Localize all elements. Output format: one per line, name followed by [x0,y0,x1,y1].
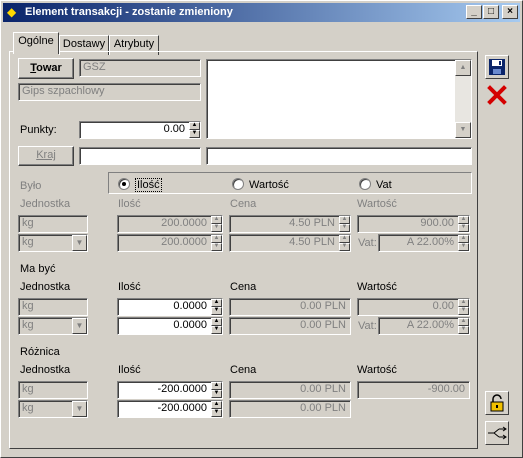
red-x-icon [487,85,507,105]
dropdown-arrow-icon: ▼ [72,318,87,334]
bylo-ilosc1-field[interactable]: 200.0000 ▲ ▼ [117,215,223,233]
extra-field[interactable] [206,147,472,165]
spin-up-icon: ▲ [189,122,200,130]
ma-byc-cena2-field[interactable]: 0.00 PLN [229,317,351,335]
ma-byc-header-cena: Cena [230,281,257,293]
punkty-input[interactable]: 0.00 ▲ ▼ [79,121,201,139]
bylo-header-jednostka: Jednostka [20,198,71,210]
towar-code-field[interactable]: GSZ [79,59,201,77]
scroll-down-arrow-icon[interactable]: ▼ [455,122,471,138]
ma-byc-jm1-field[interactable]: kg [18,298,88,316]
padlock-icon [490,394,504,412]
roznica-header-wartosc: Wartość [357,364,397,376]
bylo-radio-group [108,172,472,194]
ma-byc-label: Ma być [20,263,56,275]
save-button[interactable] [485,55,509,79]
radio-wartosc[interactable] [232,178,244,190]
split-arrow-icon [488,426,507,440]
dropdown-arrow-icon: ▼ [72,235,87,251]
dialog-window: ◆ Element transakcji - zostanie zmienion… [0,0,523,458]
ma-byc-header-wartosc: Wartość [357,281,397,293]
towar-button[interactable]: Towar [18,58,74,79]
bylo-header-cena: Cena [230,198,257,210]
description-scrollbar[interactable]: ▲ ▼ [455,60,471,138]
app-icon: ◆ [7,5,17,19]
bylo-label: Było [20,180,42,192]
roznica-jm1-field[interactable]: kg [18,381,88,399]
minimize-button[interactable]: _ [466,5,482,19]
roznica-jm2-combo[interactable]: kg ▼ [18,400,88,418]
towar-name-field[interactable]: Gips szpachlowy [18,83,201,101]
maximize-button[interactable]: □ [483,5,499,19]
roznica-label: Różnica [20,346,60,358]
radio-ilosc-label: Ilość [135,178,162,192]
ma-byc-header-ilosc: Ilość [118,281,141,293]
radio-ilosc[interactable] [118,178,130,190]
roznica-cena2-field[interactable]: 0.00 PLN [229,400,351,418]
bylo-vat-field[interactable]: A 22.00% ▲ ▼ [378,234,470,252]
description-textarea[interactable]: ▲ ▼ [206,59,472,139]
bylo-jm1-field[interactable]: kg [18,215,88,233]
bylo-header-ilosc: Ilość [118,198,141,210]
bylo-ilosc2-field[interactable]: 200.0000 ▲ ▼ [117,234,223,252]
cancel-button[interactable] [487,85,509,107]
punkty-spinner[interactable]: ▲ ▼ [189,122,200,138]
kraj-field[interactable] [79,147,201,165]
close-button[interactable]: × [502,5,518,19]
roznica-cena1-field[interactable]: 0.00 PLN [229,381,351,399]
tab-ogolne[interactable]: Ogólne [13,32,59,54]
bylo-jm2-combo[interactable]: kg ▼ [18,234,88,252]
ma-byc-wartosc-field[interactable]: 0.00 ▲ ▼ [357,298,470,316]
punkty-label: Punkty: [20,124,57,136]
ma-byc-ilosc2-input[interactable]: 0.0000 ▲ ▼ [117,317,223,335]
radio-vat-label: Vat [376,179,392,191]
roznica-header-cena: Cena [230,364,257,376]
radio-wartosc-label: Wartość [249,179,289,191]
roznica-header-jednostka: Jednostka [20,364,71,376]
ma-byc-vat-field[interactable]: A 22.00% ▲ ▼ [378,317,470,335]
bylo-header-wartosc: Wartość [357,198,397,210]
bylo-cena2-field[interactable]: 4.50 PLN ▲ ▼ [229,234,351,252]
bylo-vat-label: Vat: [358,237,377,249]
scroll-up-arrow-icon[interactable]: ▲ [455,60,471,76]
ma-byc-vat-label: Vat: [358,320,377,332]
unlock-button[interactable] [485,391,509,415]
kraj-button[interactable]: Kraj [18,146,74,166]
ma-byc-jm2-combo[interactable]: kg ▼ [18,317,88,335]
roznica-wartosc-field[interactable]: -900.00 [357,381,470,399]
floppy-disk-icon [489,59,505,75]
roznica-ilosc1-input[interactable]: -200.0000 ▲ ▼ [117,381,223,399]
ma-byc-header-jednostka: Jednostka [20,281,71,293]
roznica-ilosc2-input[interactable]: -200.0000 ▲ ▼ [117,400,223,418]
radio-vat[interactable] [359,178,371,190]
ma-byc-cena1-field[interactable]: 0.00 PLN [229,298,351,316]
window-title: Element transakcji - zostanie zmieniony [25,6,233,18]
ma-byc-ilosc1-input[interactable]: 0.0000 ▲ ▼ [117,298,223,316]
bylo-wartosc-field[interactable]: 900.00 ▲ ▼ [357,215,470,233]
split-button[interactable] [485,421,509,445]
spin-down-icon: ▼ [189,130,200,138]
dropdown-arrow-icon: ▼ [72,401,87,417]
bylo-cena1-field[interactable]: 4.50 PLN ▲ ▼ [229,215,351,233]
roznica-header-ilosc: Ilość [118,364,141,376]
title-bar[interactable]: ◆ Element transakcji - zostanie zmienion… [3,3,520,22]
